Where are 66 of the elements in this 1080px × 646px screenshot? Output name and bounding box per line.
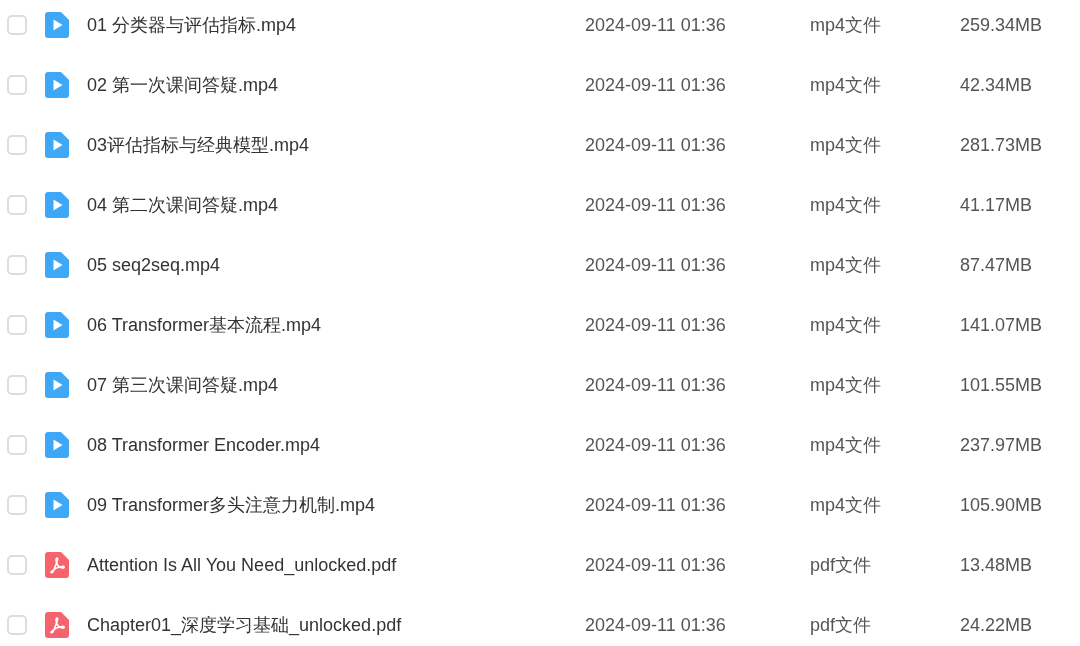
file-name[interactable]: 09 Transformer多头注意力机制.mp4 bbox=[87, 491, 585, 519]
file-name[interactable]: 07 第三次课间答疑.mp4 bbox=[87, 371, 585, 399]
file-name[interactable]: 04 第二次课间答疑.mp4 bbox=[87, 191, 585, 219]
modified-date: 2024-09-11 01:36 bbox=[585, 493, 727, 517]
checkbox[interactable] bbox=[7, 375, 27, 395]
checkbox[interactable] bbox=[7, 75, 27, 95]
file-size: 24.22MB bbox=[960, 613, 1033, 637]
file-name[interactable]: 05 seq2seq.mp4 bbox=[87, 251, 585, 279]
file-size: 41.17MB bbox=[960, 193, 1033, 217]
modified-date: 2024-09-11 01:36 bbox=[585, 193, 727, 217]
video-file-icon bbox=[45, 132, 69, 158]
file-type: mp4文件 bbox=[810, 253, 882, 277]
modified-date: 2024-09-11 01:36 bbox=[585, 553, 727, 577]
video-file-icon bbox=[45, 12, 69, 38]
video-file-icon bbox=[45, 492, 69, 518]
file-name[interactable]: 01 分类器与评估指标.mp4 bbox=[87, 11, 585, 39]
modified-date: 2024-09-11 01:36 bbox=[585, 13, 727, 37]
file-size: 87.47MB bbox=[960, 253, 1033, 277]
file-type: mp4文件 bbox=[810, 133, 882, 157]
file-type: mp4文件 bbox=[810, 493, 882, 517]
video-file-icon bbox=[45, 372, 69, 398]
checkbox[interactable] bbox=[7, 615, 27, 635]
file-type: mp4文件 bbox=[810, 193, 882, 217]
file-size: 105.90MB bbox=[960, 493, 1043, 517]
file-type: pdf文件 bbox=[810, 613, 873, 637]
file-size: 101.55MB bbox=[960, 373, 1043, 397]
file-size: 237.97MB bbox=[960, 433, 1043, 457]
file-name[interactable]: 03评估指标与经典模型.mp4 bbox=[87, 131, 585, 159]
file-size: 141.07MB bbox=[960, 313, 1043, 337]
video-file-icon bbox=[45, 312, 69, 338]
checkbox[interactable] bbox=[7, 15, 27, 35]
video-file-icon bbox=[45, 72, 69, 98]
checkbox[interactable] bbox=[7, 135, 27, 155]
file-type: mp4文件 bbox=[810, 373, 882, 397]
file-type: mp4文件 bbox=[810, 73, 882, 97]
file-type: mp4文件 bbox=[810, 13, 882, 37]
pdf-file-icon bbox=[45, 552, 69, 578]
modified-date: 2024-09-11 01:36 bbox=[585, 613, 727, 637]
checkbox[interactable] bbox=[7, 195, 27, 215]
modified-date: 2024-09-11 01:36 bbox=[585, 73, 727, 97]
video-file-icon bbox=[45, 432, 69, 458]
checkbox[interactable] bbox=[7, 255, 27, 275]
file-size: 259.34MB bbox=[960, 13, 1043, 37]
file-type: mp4文件 bbox=[810, 313, 882, 337]
file-name[interactable]: Chapter01_深度学习基础_unlocked.pdf bbox=[87, 611, 585, 639]
file-size: 13.48MB bbox=[960, 553, 1033, 577]
file-size: 281.73MB bbox=[960, 133, 1043, 157]
file-type: pdf文件 bbox=[810, 553, 873, 577]
pdf-file-icon bbox=[45, 612, 69, 638]
file-name[interactable]: 08 Transformer Encoder.mp4 bbox=[87, 431, 585, 459]
modified-date: 2024-09-11 01:36 bbox=[585, 253, 727, 277]
file-type: mp4文件 bbox=[810, 433, 882, 457]
file-name[interactable]: Attention Is All You Need_unlocked.pdf bbox=[87, 551, 585, 579]
file-size: 42.34MB bbox=[960, 73, 1033, 97]
modified-date: 2024-09-11 01:36 bbox=[585, 373, 727, 397]
video-file-icon bbox=[45, 192, 69, 218]
modified-date: 2024-09-11 01:36 bbox=[585, 313, 727, 337]
checkbox[interactable] bbox=[7, 435, 27, 455]
video-file-icon bbox=[45, 252, 69, 278]
checkbox[interactable] bbox=[7, 315, 27, 335]
checkbox[interactable] bbox=[7, 495, 27, 515]
checkbox[interactable] bbox=[7, 555, 27, 575]
modified-date: 2024-09-11 01:36 bbox=[585, 433, 727, 457]
modified-date: 2024-09-11 01:36 bbox=[585, 133, 727, 157]
file-name[interactable]: 02 第一次课间答疑.mp4 bbox=[87, 71, 585, 99]
file-name[interactable]: 06 Transformer基本流程.mp4 bbox=[87, 311, 585, 339]
